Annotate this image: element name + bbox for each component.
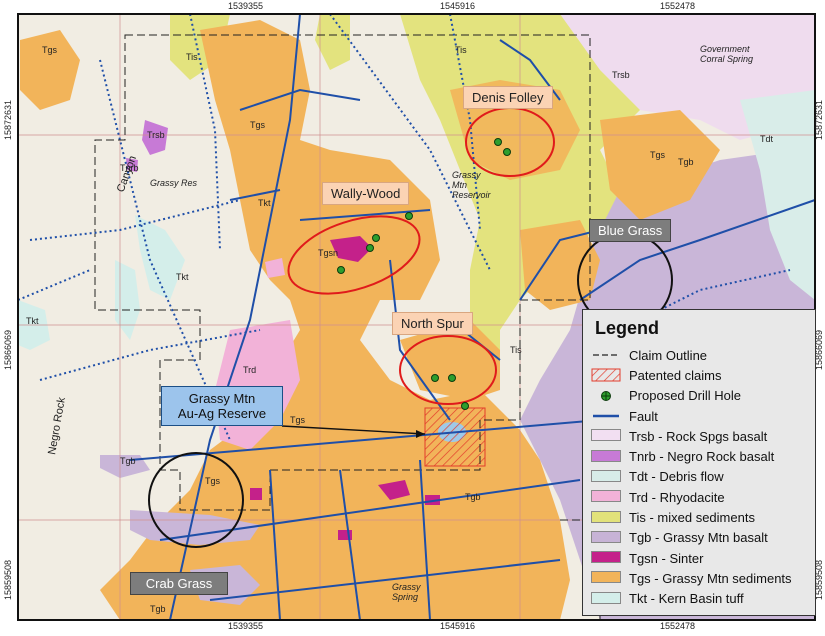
unit-label: Tkt	[258, 198, 271, 208]
geologic-map: Tgs Tgs Tgs Tgs Tgs Tis Tis Tis Tgb Tgb …	[0, 0, 825, 631]
legend-item: Fault	[591, 406, 807, 426]
unit-label: Tdt	[760, 134, 774, 144]
swatch-fill	[591, 429, 621, 442]
unit-swatch	[591, 429, 621, 443]
swatch-fill	[591, 469, 621, 482]
drill-hole-symbol	[591, 389, 621, 403]
legend-panel: Legend Claim Outline Patented claims Propo…	[582, 309, 816, 616]
coord-left-2: 15866069	[3, 330, 13, 371]
legend-item: Patented claims	[591, 365, 807, 385]
legend-item-label: Tgsn - Sinter	[629, 550, 704, 566]
unit-label: Tis	[186, 52, 198, 62]
coord-bottom-3: 1552478	[660, 621, 696, 631]
unit-swatch	[591, 551, 621, 565]
unit-swatch	[591, 591, 621, 606]
swatch-fill	[591, 449, 621, 462]
swatch-fill	[591, 510, 621, 523]
legend-item: Tnrb - Negro Rock basalt	[591, 446, 807, 466]
coord-top-2: 1545916	[440, 1, 476, 11]
legend-item: Tkt - Kern Basin tuff	[591, 589, 807, 609]
reserve-label-line1: Grassy Mtn	[188, 391, 256, 406]
callout-reserve: Grassy Mtn Au-Ag Reserve	[161, 386, 283, 426]
unit-label: Tgsn	[318, 248, 339, 258]
unit-label: Tgs	[250, 120, 266, 130]
unit-label: Tis	[510, 345, 522, 355]
unit-swatch	[591, 449, 621, 464]
unit-label: Trd	[243, 365, 257, 375]
legend-item: Claim Outline	[591, 345, 807, 365]
callout-north-spur: North Spur	[392, 312, 473, 335]
unit-label: Tgs	[650, 150, 666, 160]
swatch-fill	[591, 530, 621, 543]
coord-bottom-2: 1545916	[440, 621, 476, 631]
legend-item: Trd - Rhyodacite	[591, 487, 807, 507]
legend-item: Tgs - Grassy Mtn sediments	[591, 568, 807, 588]
legend-item-label: Tdt - Debris flow	[629, 469, 724, 485]
unit-swatch	[591, 510, 621, 525]
unit-swatch	[591, 530, 621, 545]
legend-item-label: Fault	[629, 408, 658, 424]
legend-item: Tgb - Grassy Mtn basalt	[591, 528, 807, 548]
legend-item-label: Tgs - Grassy Mtn sediments	[629, 570, 792, 586]
place-label-grassy-res: Grassy Res	[150, 178, 198, 188]
unit-label: Tgb	[150, 604, 166, 614]
legend-item: Tdt - Debris flow	[591, 467, 807, 487]
legend-list: Claim Outline Patented claims Proposed Dri…	[591, 345, 807, 609]
legend-item: Proposed Drill Hole	[591, 386, 807, 406]
swatch-fill	[591, 490, 621, 503]
callout-crab-grass: Crab Grass	[130, 572, 228, 595]
swatch-fill	[591, 591, 621, 604]
unit-label: Tgb	[678, 157, 694, 167]
coord-right-1: 15872631	[814, 100, 824, 141]
unit-label: Tgs	[205, 476, 221, 486]
legend-item: Tgsn - Sinter	[591, 548, 807, 568]
legend-item-label: Proposed Drill Hole	[629, 388, 741, 404]
patented-claims-area	[424, 407, 486, 467]
place-label-reservoir: Grassy Mtn Reservoir	[452, 170, 491, 200]
unit-label: Tgs	[42, 45, 58, 55]
legend-item-label: Claim Outline	[629, 347, 708, 363]
coord-bottom-1: 1539355	[228, 621, 264, 631]
unit-label: Tis	[455, 45, 467, 55]
unit-label: Tkt	[176, 272, 189, 282]
legend-item-label: Patented claims	[629, 367, 722, 383]
unit-swatch	[591, 490, 621, 504]
coord-top-1: 1539355	[228, 1, 264, 11]
legend-item-label: Tkt - Kern Basin tuff	[629, 591, 744, 607]
claim-outline-symbol	[591, 348, 621, 362]
unit-label: Trsb	[612, 70, 630, 80]
legend-item: Tis - mixed sediments	[591, 507, 807, 527]
fault-symbol	[591, 409, 621, 423]
callout-denis-folley: Denis Folley	[463, 86, 553, 109]
unit-swatch	[591, 469, 621, 484]
patented-claims-symbol	[591, 368, 621, 382]
unit-label: Tgb	[120, 456, 136, 466]
legend-item-label: Tis - mixed sediments	[629, 510, 755, 526]
reserve-label-line2: Au-Ag Reserve	[177, 406, 267, 421]
unit-label: Tgs	[290, 415, 306, 425]
place-label-grassy-spring: Grassy Spring	[392, 582, 421, 602]
callout-wally-wood: Wally-Wood	[322, 182, 410, 205]
swatch-fill	[591, 571, 621, 584]
unit-swatch	[591, 571, 621, 585]
legend-item: Trsb - Rock Spgs basalt	[591, 426, 807, 446]
swatch-fill	[591, 551, 621, 564]
place-label-government-corral: Government Corral Spring	[700, 44, 754, 64]
callout-blue-grass: Blue Grass	[589, 219, 672, 242]
legend-item-label: Trd - Rhyodacite	[629, 489, 725, 505]
legend-item-label: Tnrb - Negro Rock basalt	[629, 449, 775, 465]
legend-title: Legend	[595, 318, 660, 338]
unit-label: Trsb	[147, 130, 165, 140]
tgsn-polygon-3	[250, 488, 262, 500]
coord-left-3: 15859508	[3, 560, 13, 601]
legend-item-label: Tgb - Grassy Mtn basalt	[629, 530, 768, 546]
legend-item-label: Trsb - Rock Spgs basalt	[629, 428, 768, 444]
coord-top-3: 1552478	[660, 1, 696, 11]
unit-label: Tgb	[465, 492, 481, 502]
coord-left-1: 15872631	[3, 100, 13, 141]
unit-label: Tkt	[26, 316, 39, 326]
